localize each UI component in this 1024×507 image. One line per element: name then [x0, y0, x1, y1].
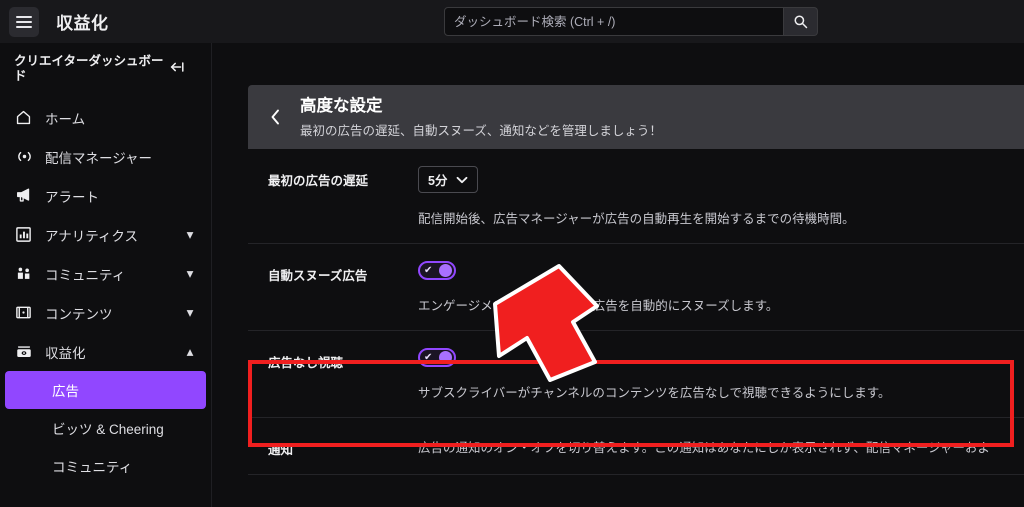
community-icon — [15, 265, 36, 282]
megaphone-icon — [15, 187, 36, 204]
sidebar-subitem-community[interactable]: コミュニティ — [0, 447, 211, 485]
broadcast-icon — [15, 148, 36, 165]
monetization-icon — [15, 344, 36, 360]
sidebar-item-content[interactable]: コンテンツ ▾ — [0, 293, 211, 332]
ad-free-viewing-toggle[interactable]: ✔ — [418, 348, 456, 367]
chevron-down-icon — [457, 176, 468, 183]
sidebar-item-label: コミュニティ — [45, 267, 126, 283]
sidebar-header: クリエイターダッシュボード — [0, 54, 211, 84]
chevron-down-icon[interactable]: ▾ — [183, 305, 197, 321]
setting-description: 配信開始後、広告マネージャーが広告の自動再生を開始するまでの待機時間。 — [418, 212, 855, 226]
search-icon[interactable] — [784, 7, 818, 36]
setting-description: サブスクライバーがチャンネルのコンテンツを広告なしで視聴できるようにします。 — [418, 386, 891, 400]
select-value: 5分 — [428, 174, 448, 188]
check-icon: ✔ — [424, 264, 433, 276]
panel-title: 高度な設定 — [300, 96, 383, 115]
setting-description: 広告の通知のオン・オフを切り替えます。この通知はあなたにしか表示されず、配信マネ… — [418, 441, 991, 455]
sidebar-item-alerts[interactable]: アラート — [0, 176, 211, 215]
sidebar-item-home[interactable]: ホーム — [0, 98, 211, 137]
sidebar-item-label: 配信マネージャー — [45, 150, 153, 166]
sidebar-item-stream-manager[interactable]: 配信マネージャー — [0, 137, 211, 176]
sidebar-subitem-ads[interactable]: 広告 — [5, 371, 206, 409]
sidebar-item-analytics[interactable]: アナリティクス ▾ — [0, 215, 211, 254]
sidebar-item-label: アナリティクス — [45, 228, 139, 244]
content-icon — [15, 304, 36, 321]
top-bar: 収益化 — [0, 0, 1024, 43]
ad-delay-select[interactable]: 5分 — [418, 166, 479, 193]
sidebar-item-label: コンテンツ — [45, 306, 113, 322]
toggle-knob — [439, 264, 452, 277]
hamburger-icon[interactable] — [9, 6, 39, 37]
toggle-knob — [439, 351, 452, 364]
panel-header: 高度な設定 最初の広告の遅延、自動スヌーズ、通知などを管理しましょう！ — [248, 85, 1024, 149]
advanced-settings-panel: 高度な設定 最初の広告の遅延、自動スヌーズ、通知などを管理しましょう！ 最初の広… — [248, 85, 1024, 475]
setting-description: エンゲージメントが高いときは広告を自動的にスヌーズします。 — [418, 299, 779, 313]
setting-row-notifications: 通知 広告の通知のオン・オフを切り替えます。この通知はあなたにしか表示されず、配… — [248, 418, 1024, 475]
chevron-up-icon[interactable]: ▴ — [183, 344, 197, 360]
setting-label: 通知 — [268, 443, 294, 457]
sidebar-item-monetization[interactable]: 収益化 ▴ — [0, 332, 211, 371]
chart-icon — [15, 226, 36, 243]
collapse-left-icon[interactable] — [166, 56, 188, 78]
search-input[interactable] — [444, 7, 784, 36]
home-icon — [15, 109, 36, 126]
sidebar-subitem-bits-cheering[interactable]: ビッツ & Cheering — [0, 409, 211, 447]
check-icon: ✔ — [424, 351, 433, 363]
sidebar-subitem-label: ビッツ & Cheering — [52, 422, 164, 437]
sidebar: クリエイターダッシュボード ホーム 配信マネージャー アラート アナリティクス … — [0, 43, 212, 507]
setting-label: 最初の広告の遅延 — [268, 174, 369, 188]
main-content: 高度な設定 最初の広告の遅延、自動スヌーズ、通知などを管理しましょう！ 最初の広… — [212, 43, 1024, 507]
page-title: 収益化 — [56, 14, 109, 33]
sidebar-header-title: クリエイターダッシュボード — [14, 54, 164, 83]
setting-row-auto-snooze: 自動スヌーズ広告 ✔ エンゲージメントが高いときは広告を自動的にスヌーズします。 — [248, 244, 1024, 331]
sidebar-item-label: ホーム — [45, 111, 86, 127]
setting-label: 広告なし視聴 — [268, 356, 344, 370]
chevron-down-icon[interactable]: ▾ — [183, 266, 197, 282]
sidebar-subitem-label: 広告 — [52, 384, 79, 399]
auto-snooze-toggle[interactable]: ✔ — [418, 261, 456, 280]
sidebar-item-community[interactable]: コミュニティ ▾ — [0, 254, 211, 293]
setting-label: 自動スヌーズ広告 — [268, 269, 368, 283]
setting-row-ad-delay: 最初の広告の遅延 5分 配信開始後、広告マネージャーが広告の自動再生を開始するま… — [248, 149, 1024, 244]
sidebar-subitem-label: コミュニティ — [52, 460, 133, 475]
setting-row-ad-free-viewing: 広告なし視聴 ✔ サブスクライバーがチャンネルのコンテンツを広告なしで視聴できる… — [248, 331, 1024, 418]
sidebar-item-label: 収益化 — [45, 345, 86, 361]
chevron-left-icon[interactable] — [262, 108, 288, 126]
app-root: 収益化 クリエイターダッシュボード — [0, 0, 1024, 507]
sidebar-item-label: アラート — [45, 189, 99, 205]
search-bar — [444, 7, 818, 36]
panel-subtitle: 最初の広告の遅延、自動スヌーズ、通知などを管理しましょう！ — [300, 123, 662, 138]
chevron-down-icon[interactable]: ▾ — [183, 227, 197, 243]
